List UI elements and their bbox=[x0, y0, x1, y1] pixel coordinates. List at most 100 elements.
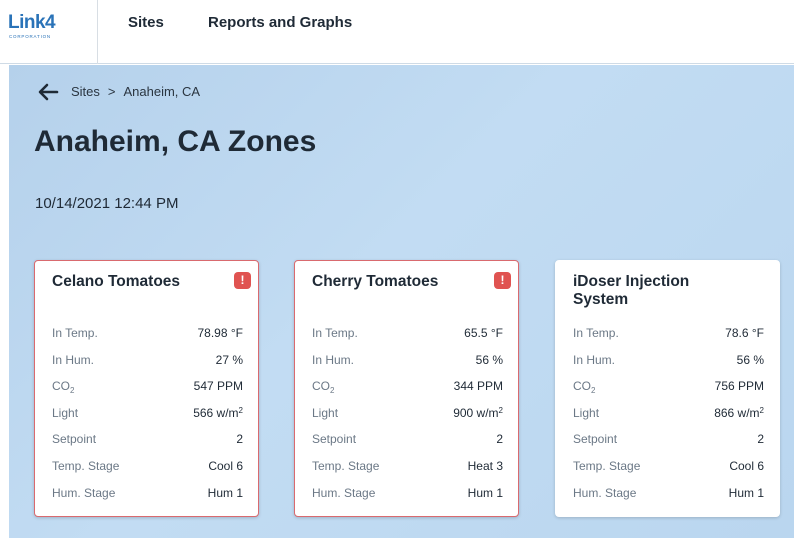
metric-value: Hum 1 bbox=[207, 485, 243, 500]
metric-row-light: Light 566 w/m2 bbox=[52, 405, 243, 432]
metric-row-setpoint: Setpoint 2 bbox=[312, 431, 503, 458]
metric-value: Hum 1 bbox=[728, 485, 764, 500]
zone-card-idoser-injection-system[interactable]: iDoser Injection System In Temp. 78.6 °F… bbox=[555, 260, 780, 517]
metric-row-co2: CO2 344 PPM bbox=[312, 378, 503, 405]
co2-label-main: CO bbox=[312, 379, 330, 394]
nav-divider bbox=[97, 0, 98, 64]
zone-name: iDoser Injection System bbox=[573, 273, 690, 308]
metric-row-in-temp: In Temp. 65.5 °F bbox=[312, 325, 503, 352]
metric-value: 566 w/m2 bbox=[193, 405, 243, 423]
logo-subtitle: CORPORATION bbox=[9, 34, 51, 39]
metric-value: 547 PPM bbox=[193, 379, 243, 394]
metric-label: CO2 bbox=[312, 378, 334, 396]
metric-value: 2 bbox=[496, 432, 503, 447]
metric-value: Cool 6 bbox=[208, 458, 243, 473]
metric-label: Hum. Stage bbox=[312, 485, 376, 500]
co2-label-subscript: 2 bbox=[330, 386, 335, 396]
light-value: 866 w/m bbox=[714, 405, 760, 420]
zone-metrics: In Temp. 78.98 °F In Hum. 27 % CO2 547 P… bbox=[52, 325, 243, 511]
light-unit-exponent: 2 bbox=[498, 405, 503, 415]
metric-label: CO2 bbox=[52, 378, 74, 396]
zone-metrics: In Temp. 65.5 °F In Hum. 56 % CO2 344 PP… bbox=[312, 325, 503, 511]
metric-label: Hum. Stage bbox=[573, 485, 637, 500]
zone-card-celano-tomatoes[interactable]: Celano Tomatoes ! In Temp. 78.98 °F In H… bbox=[34, 260, 259, 517]
metric-row-in-temp: In Temp. 78.6 °F bbox=[573, 325, 764, 352]
metric-label: Light bbox=[52, 405, 79, 420]
breadcrumb-sites[interactable]: Sites bbox=[71, 84, 100, 100]
zone-card-cherry-tomatoes[interactable]: Cherry Tomatoes ! In Temp. 65.5 °F In Hu… bbox=[294, 260, 519, 517]
breadcrumb-separator: > bbox=[107, 84, 116, 99]
co2-label-subscript: 2 bbox=[70, 386, 75, 396]
light-unit-exponent: 2 bbox=[238, 405, 243, 415]
metric-value: 56 % bbox=[736, 352, 764, 367]
metric-label: In Hum. bbox=[52, 352, 95, 367]
metric-row-co2: CO2 756 PPM bbox=[573, 378, 764, 405]
metric-value: 78.6 °F bbox=[725, 326, 764, 340]
metric-value: 56 % bbox=[475, 352, 503, 367]
metric-row-in-hum: In Hum. 56 % bbox=[573, 352, 764, 379]
light-value: 900 w/m bbox=[453, 405, 499, 420]
metric-value: 78.98 °F bbox=[197, 326, 244, 340]
metric-row-in-temp: In Temp. 78.98 °F bbox=[52, 325, 243, 352]
metric-label: Light bbox=[573, 405, 600, 420]
metric-value: 2 bbox=[757, 432, 764, 447]
breadcrumb-current: Anaheim, CA bbox=[123, 84, 201, 99]
metric-row-temp-stage: Temp. Stage Cool 6 bbox=[573, 458, 764, 485]
light-unit-exponent: 2 bbox=[759, 405, 764, 415]
metric-row-hum-stage: Hum. Stage Hum 1 bbox=[573, 485, 764, 512]
alert-icon: ! bbox=[494, 272, 511, 289]
metric-value: Cool 6 bbox=[729, 458, 764, 473]
breadcrumb: Sites > Anaheim, CA bbox=[37, 81, 200, 103]
metric-label: Temp. Stage bbox=[312, 458, 380, 473]
metric-row-temp-stage: Temp. Stage Heat 3 bbox=[312, 458, 503, 485]
metric-row-setpoint: Setpoint 2 bbox=[52, 431, 243, 458]
metric-value: 2 bbox=[236, 432, 243, 447]
metric-value: 65.5 °F bbox=[464, 326, 503, 340]
metric-row-light: Light 866 w/m2 bbox=[573, 405, 764, 432]
metric-row-in-hum: In Hum. 56 % bbox=[312, 352, 503, 379]
metric-value: 756 PPM bbox=[714, 379, 764, 394]
co2-label-subscript: 2 bbox=[591, 386, 596, 396]
alert-icon: ! bbox=[234, 272, 251, 289]
top-nav-bar: Link4 CORPORATION Sites Reports and Grap… bbox=[0, 0, 794, 64]
metric-label: Temp. Stage bbox=[52, 458, 120, 473]
metric-value: 344 PPM bbox=[453, 379, 503, 394]
metric-label: In Temp. bbox=[52, 326, 98, 340]
metric-label: In Temp. bbox=[573, 326, 619, 340]
metric-label: Setpoint bbox=[573, 432, 618, 447]
metric-row-temp-stage: Temp. Stage Cool 6 bbox=[52, 458, 243, 485]
back-arrow-icon[interactable] bbox=[37, 81, 59, 103]
metric-label: CO2 bbox=[573, 378, 595, 396]
metric-label: In Hum. bbox=[312, 352, 355, 367]
metric-row-co2: CO2 547 PPM bbox=[52, 378, 243, 405]
metric-row-in-hum: In Hum. 27 % bbox=[52, 352, 243, 379]
light-value: 566 w/m bbox=[193, 405, 239, 420]
page-title: Anaheim, CA Zones bbox=[34, 125, 317, 158]
zone-name: Celano Tomatoes bbox=[52, 273, 181, 290]
nav-sites[interactable]: Sites bbox=[128, 13, 164, 33]
link4-logo[interactable]: Link4 CORPORATION bbox=[8, 13, 86, 43]
metric-label: Temp. Stage bbox=[573, 458, 641, 473]
metric-label: Light bbox=[312, 405, 339, 420]
co2-label-main: CO bbox=[52, 379, 70, 394]
zone-metrics: In Temp. 78.6 °F In Hum. 56 % CO2 756 PP… bbox=[573, 325, 764, 511]
metric-value: 866 w/m2 bbox=[714, 405, 764, 423]
metric-label: Setpoint bbox=[52, 432, 97, 447]
metric-row-hum-stage: Hum. Stage Hum 1 bbox=[312, 485, 503, 512]
metric-label: In Temp. bbox=[312, 326, 358, 340]
metric-value: Heat 3 bbox=[467, 458, 503, 473]
nav-reports-and-graphs[interactable]: Reports and Graphs bbox=[208, 13, 352, 33]
metric-value: 27 % bbox=[215, 352, 243, 367]
metric-label: Hum. Stage bbox=[52, 485, 116, 500]
metric-row-light: Light 900 w/m2 bbox=[312, 405, 503, 432]
zone-name: Cherry Tomatoes bbox=[312, 273, 439, 290]
metric-value: Hum 1 bbox=[467, 485, 503, 500]
metric-row-setpoint: Setpoint 2 bbox=[573, 431, 764, 458]
logo-wordmark: Link4 bbox=[8, 12, 56, 33]
metric-label: In Hum. bbox=[573, 352, 616, 367]
main-content: Sites > Anaheim, CA Anaheim, CA Zones 10… bbox=[9, 65, 794, 538]
metric-row-hum-stage: Hum. Stage Hum 1 bbox=[52, 485, 243, 512]
co2-label-main: CO bbox=[573, 379, 591, 394]
metric-value: 900 w/m2 bbox=[453, 405, 503, 423]
metric-label: Setpoint bbox=[312, 432, 357, 447]
